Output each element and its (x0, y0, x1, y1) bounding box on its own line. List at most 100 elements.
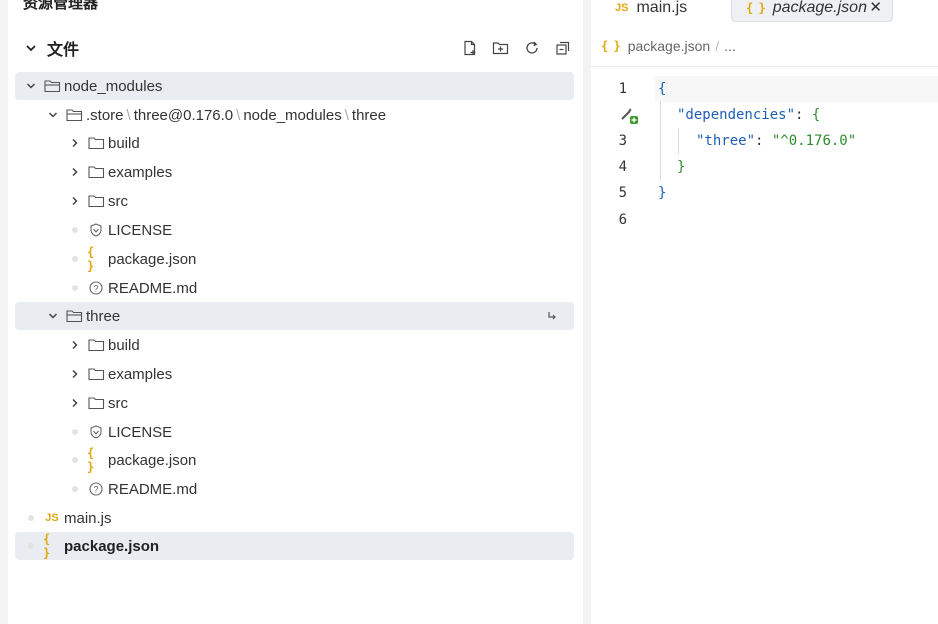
code-token: { (658, 81, 667, 97)
line-number: 6 (618, 212, 627, 228)
chevron-down-icon (23, 78, 39, 94)
tree-item-label: LICENSE (108, 423, 173, 441)
tree-item-label: README.md (108, 480, 198, 498)
tree-item-label: main.js (64, 509, 112, 527)
folder-icon (87, 337, 105, 353)
code-line-2: "dependencies": { (677, 107, 821, 123)
files-section-header[interactable]: 文件 (23, 36, 575, 60)
path-separator: \ (236, 106, 241, 124)
tree-row-license[interactable]: LICENSE (15, 216, 574, 244)
path-segment: three@0.176.0 (133, 106, 234, 124)
tree-item-label: examples (108, 365, 173, 383)
collapse-all-icon[interactable] (552, 38, 573, 58)
chevron-right-icon (67, 135, 83, 151)
tree-row-package-json[interactable]: { } package.json (15, 245, 574, 273)
json-icon: { } (87, 446, 94, 474)
tree-item-label: three (86, 307, 121, 325)
tree-item-label: examples (108, 163, 173, 181)
tree-row-examples[interactable]: examples (15, 360, 574, 388)
file-dot (23, 510, 39, 526)
breadcrumb-more[interactable]: ... (724, 38, 736, 54)
tree-row-build[interactable]: build (15, 129, 574, 157)
tree-row-readme[interactable]: ? README.md (15, 475, 574, 503)
code-line-3: "three": "^0.176.0" (696, 133, 857, 149)
code-token: } (677, 159, 686, 175)
tree-row-main-js[interactable]: JS main.js (15, 504, 574, 532)
tree-row-src[interactable]: src (15, 389, 574, 417)
more-actions-button[interactable]: ··· (548, 0, 567, 8)
folder-icon (87, 395, 105, 411)
tree-row-package-json[interactable]: { } package.json (15, 446, 574, 474)
tree-row-store-path[interactable]: .store \ three@0.176.0 \ node_modules \ three (15, 101, 574, 129)
file-dot (67, 251, 83, 267)
tree-row-node-modules[interactable]: node_modules (15, 72, 574, 100)
svg-text:?: ? (93, 284, 98, 294)
folder-open-icon (65, 308, 83, 324)
json-icon: { } (43, 532, 50, 560)
tree-row-license[interactable]: LICENSE (15, 418, 574, 446)
tree-row-package-json-root[interactable]: { } package.json (15, 532, 574, 560)
code-token: } (658, 185, 667, 201)
tree-item-label: node_modules (64, 77, 163, 95)
refresh-icon[interactable] (521, 38, 542, 58)
code-action-icon[interactable] (619, 105, 639, 125)
current-line-highlight (655, 76, 938, 102)
chevron-right-icon (67, 164, 83, 180)
tree-item-label: package.json (64, 537, 160, 555)
divider (591, 66, 938, 67)
tree-item-label: README.md (108, 279, 198, 297)
js-icon: JS (615, 2, 629, 14)
editor-panel: JS main.js { } package.json ✕ { } packag… (591, 0, 938, 624)
tree-item-label: src (108, 192, 128, 210)
tab-package-json[interactable]: { } package.json ✕ (731, 0, 893, 22)
tree-item-label: package.json (108, 451, 197, 469)
license-shield-icon (87, 424, 105, 440)
tree-item-label: build (108, 336, 140, 354)
tree-item-label: LICENSE (108, 221, 173, 239)
new-file-icon[interactable] (459, 38, 480, 58)
folder-icon (87, 164, 105, 180)
explorer-panel: 资源管理器 ··· 文件 node_modules (8, 0, 583, 624)
json-icon: { } (87, 245, 94, 273)
chevron-down-icon (45, 107, 61, 123)
indent-guide (678, 128, 679, 154)
tree-item-label: src (108, 394, 128, 412)
json-icon: { } (746, 0, 766, 15)
tree-row-readme[interactable]: ? README.md (15, 274, 574, 302)
files-section-title: 文件 (47, 42, 80, 59)
chevron-down-icon (23, 40, 39, 56)
path-segment: .store (86, 106, 124, 124)
file-dot (67, 222, 83, 238)
tree-row-src[interactable]: src (15, 187, 574, 215)
folder-open-icon (43, 78, 61, 94)
chevron-right-icon (67, 366, 83, 382)
readme-info-icon: ? (87, 481, 105, 497)
chevron-right-icon (67, 193, 83, 209)
tree-row-three[interactable]: three (15, 302, 574, 330)
file-dot (67, 424, 83, 440)
readme-info-icon: ? (87, 280, 105, 296)
close-icon[interactable]: ✕ (869, 0, 882, 16)
tree-row-build[interactable]: build (15, 331, 574, 359)
chevron-down-icon (45, 308, 61, 324)
chevron-right-icon (67, 395, 83, 411)
line-number: 3 (618, 133, 627, 149)
breadcrumb: { } package.json / ... (601, 37, 736, 55)
folder-icon (87, 135, 105, 151)
tab-main-js[interactable]: JS main.js (615, 0, 687, 22)
tab-label: main.js (636, 0, 688, 16)
indent-guide (660, 101, 661, 181)
path-segment: node_modules (243, 106, 342, 124)
file-dot (67, 452, 83, 468)
new-folder-icon[interactable] (490, 38, 511, 58)
breadcrumb-separator: / (715, 38, 720, 54)
file-dot (23, 538, 39, 554)
js-icon: JS (45, 512, 59, 524)
line-number: 5 (618, 185, 627, 201)
line-number: 4 (618, 159, 627, 175)
breadcrumb-file[interactable]: package.json (628, 38, 711, 54)
path-separator: \ (126, 106, 131, 124)
path-segment: three (351, 106, 387, 124)
tree-row-examples[interactable]: examples (15, 158, 574, 186)
panel-divider[interactable] (583, 0, 591, 624)
